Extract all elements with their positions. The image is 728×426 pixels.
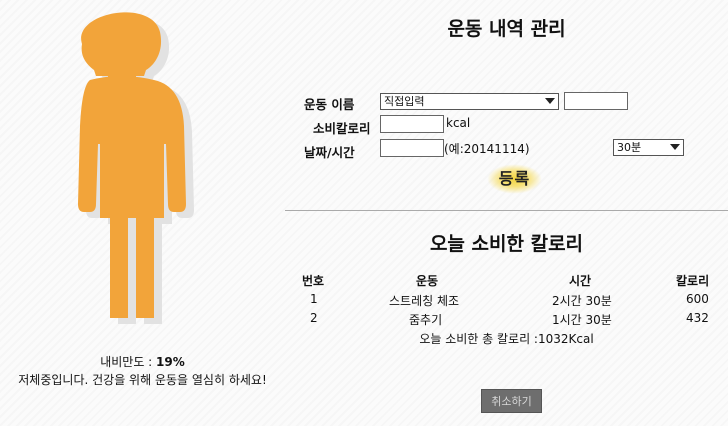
section-divider: [285, 210, 728, 211]
table-row-2-time: 1시간 30분: [552, 313, 612, 327]
table-row-1-time: 2시간 30분: [552, 294, 612, 308]
exercise-name-label: 운동 이름: [304, 97, 355, 112]
chevron-down-icon: [545, 98, 555, 104]
cancel-button[interactable]: 취소하기: [481, 389, 542, 413]
date-input[interactable]: [380, 139, 444, 157]
column-header-exercise: 운동: [416, 274, 439, 288]
table-row-1-exercise: 스트레칭 체조: [389, 294, 460, 308]
table-row-2-calorie: 432: [686, 311, 709, 325]
body-status-panel: 내비만도 : 19% 저체중입니다. 건강을 위해 운동을 열심히 하세요!: [0, 0, 285, 426]
calorie-input[interactable]: [380, 115, 444, 133]
datetime-label: 날짜/시간: [304, 145, 355, 160]
table-row-1-calorie: 600: [686, 292, 709, 306]
calorie-unit: kcal: [446, 116, 471, 130]
table-row-2-number: 2: [310, 311, 318, 325]
column-header-number: 번호: [302, 274, 325, 288]
advice-message: 저체중입니다. 건강을 위해 운동을 열심히 하세요!: [18, 373, 267, 387]
page-title: 운동 내역 관리: [447, 18, 566, 40]
column-header-time: 시간: [569, 274, 592, 288]
person-figure-icon: [78, 12, 194, 324]
total-calorie: 오늘 소비한 총 칼로리 :1032Kcal: [419, 332, 594, 346]
duration-select-value: 30분: [617, 141, 642, 154]
column-header-calorie: 칼로리: [676, 274, 710, 288]
obesity-value: 19%: [156, 355, 185, 369]
date-hint: (예:20141114): [444, 142, 530, 156]
chevron-down-icon: [670, 144, 680, 150]
duration-select[interactable]: 30분: [613, 139, 684, 156]
obesity-label: 내비만도 :: [100, 355, 157, 369]
today-calorie-title: 오늘 소비한 칼로리: [429, 233, 584, 255]
exercise-select-value: 직접입력: [384, 95, 425, 108]
calorie-label: 소비칼로리: [313, 121, 371, 136]
exercise-name-input[interactable]: [564, 92, 628, 110]
exercise-select[interactable]: 직접입력: [380, 93, 559, 110]
register-button[interactable]: 등록: [487, 164, 542, 194]
obesity-text: 내비만도 : 19%: [0, 353, 285, 370]
table-row-1-number: 1: [310, 292, 318, 306]
table-row-2-exercise: 줌추기: [409, 313, 443, 327]
